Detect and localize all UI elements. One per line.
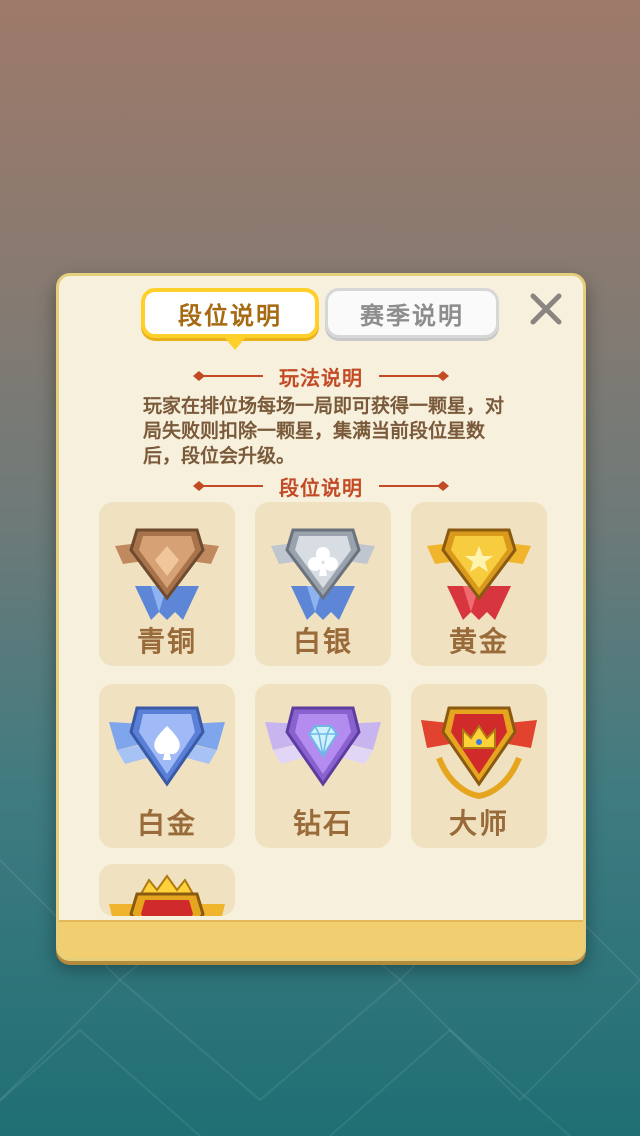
- crowned-shield-icon: [109, 874, 225, 916]
- star-shield-icon: [427, 528, 531, 620]
- rank-tile-platinum[interactable]: 白金: [99, 684, 235, 848]
- rank-tile-master[interactable]: 大师: [411, 684, 547, 848]
- gem-shield-icon: [265, 706, 381, 787]
- rank-label: 白金: [136, 807, 197, 840]
- rank-tile-silver[interactable]: 白银: [255, 502, 391, 666]
- rank-info-dialog: 段位说明 赛季说明 玩法说明 玩家在排位场每场一局即可获得一颗星，对局失败则扣除…: [56, 273, 586, 961]
- rank-label: 钻石: [292, 807, 353, 840]
- diamond-shield-icon: [115, 528, 219, 620]
- spade-shield-icon: [109, 706, 225, 787]
- rank-tile-diamond[interactable]: 钻石: [255, 684, 391, 848]
- rank-tile-grandmaster[interactable]: [99, 864, 235, 916]
- rank-tile-gold[interactable]: 黄金: [411, 502, 547, 666]
- rank-label: 青铜: [136, 625, 197, 658]
- club-shield-icon: [271, 528, 375, 620]
- crown-shield-icon: [421, 706, 537, 800]
- rank-label: 大师: [448, 807, 509, 840]
- rank-label: 黄金: [448, 625, 509, 658]
- rank-label: 白银: [292, 625, 353, 658]
- rank-grid: 青铜 白银 黄金 白金 钻石 大师: [59, 276, 583, 958]
- dialog-footer-bar: [59, 920, 583, 958]
- rank-tile-bronze[interactable]: 青铜: [99, 502, 235, 666]
